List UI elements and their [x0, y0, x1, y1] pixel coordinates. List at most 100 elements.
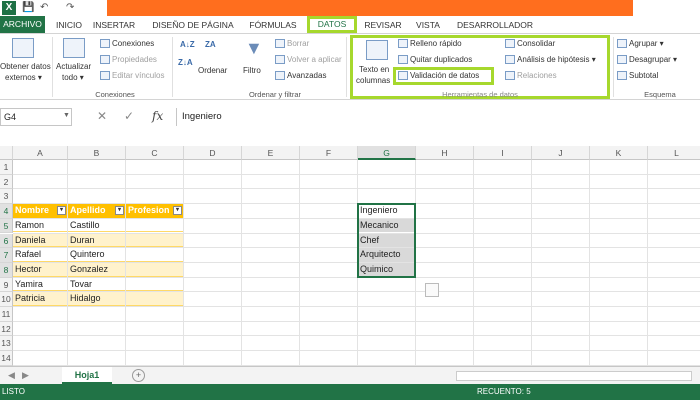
column-header-g[interactable]: G	[358, 146, 416, 160]
text-to-columns-line1[interactable]: Texto en	[359, 65, 389, 74]
reapply-button[interactable]: Volver a aplicar	[275, 55, 342, 65]
row-header-11[interactable]: 11	[0, 307, 13, 322]
list-cell-g[interactable]: Arquitecto	[358, 248, 415, 262]
connections-button[interactable]: Conexiones	[100, 39, 154, 49]
refresh-all-line1[interactable]: Actualizar	[56, 62, 91, 71]
row-header-13[interactable]: 13	[0, 336, 13, 352]
row-header-10[interactable]: 10	[0, 292, 13, 307]
relationships-button[interactable]: Relaciones	[505, 71, 557, 81]
table-header-cell[interactable]: Nombre ▾	[13, 204, 67, 218]
get-external-data-line1[interactable]: Obtener datos	[0, 62, 51, 71]
what-if-button[interactable]: Análisis de hipótesis ▾	[505, 55, 596, 65]
column-header-c[interactable]: C	[126, 146, 184, 160]
table-cell[interactable]: Ramon	[13, 219, 67, 233]
column-header-d[interactable]: D	[184, 146, 242, 160]
row-header-3[interactable]: 3	[0, 189, 13, 205]
row-header-4[interactable]: 4	[0, 204, 13, 219]
tab-desarrollador[interactable]: DESARROLLADOR	[455, 18, 535, 32]
table-cell[interactable]: Duran	[68, 233, 125, 248]
row-header-5[interactable]: 5	[0, 218, 13, 234]
cancel-icon[interactable]: ✕	[97, 109, 107, 123]
column-header-f[interactable]: F	[300, 146, 358, 160]
column-header-e[interactable]: E	[242, 146, 300, 160]
table-cell[interactable]: Daniela	[13, 233, 67, 248]
consolidate-button[interactable]: Consolidar	[505, 39, 555, 49]
properties-button[interactable]: Propiedades	[100, 55, 157, 65]
edit-links-button[interactable]: Editar vínculos	[100, 71, 164, 81]
add-sheet-icon[interactable]: +	[132, 369, 145, 382]
table-cell[interactable]: Castillo	[68, 219, 125, 233]
advanced-button[interactable]: Avanzadas	[275, 71, 326, 81]
row-header-1[interactable]: 1	[0, 160, 13, 175]
sheet-prev-icon[interactable]: ◀	[8, 370, 15, 381]
table-cell[interactable]: Patricia	[13, 292, 67, 306]
column-header-l[interactable]: L	[648, 146, 700, 160]
column-header-k[interactable]: K	[590, 146, 648, 160]
formula-input[interactable]: Ingeniero	[176, 108, 700, 126]
quick-analysis-icon[interactable]	[425, 283, 439, 297]
ungroup-button[interactable]: Desagrupar ▾	[617, 55, 677, 65]
column-header-j[interactable]: J	[532, 146, 590, 160]
name-box-dropdown-icon[interactable]: ▼	[63, 112, 70, 119]
table-header-cell[interactable]: Apellido ▾	[68, 204, 125, 218]
tab-insertar[interactable]: INSERTAR	[90, 18, 138, 32]
table-cell[interactable]	[126, 233, 183, 248]
tab-revisar[interactable]: REVISAR	[362, 18, 404, 32]
row-header-2[interactable]: 2	[0, 174, 13, 190]
name-box[interactable]: G4	[0, 108, 72, 126]
row-header-8[interactable]: 8	[0, 262, 13, 278]
filter-button[interactable]: Filtro	[243, 66, 261, 75]
list-cell-g[interactable]: Mecanico	[358, 218, 415, 233]
table-cell[interactable]	[126, 248, 183, 262]
table-cell[interactable]: Gonzalez	[68, 262, 125, 277]
insert-function-icon[interactable]: fx	[152, 109, 163, 123]
table-cell[interactable]: Hector	[13, 262, 67, 277]
enter-icon[interactable]: ✓	[124, 109, 134, 123]
tab-formulas[interactable]: FÓRMULAS	[245, 18, 301, 32]
table-cell[interactable]: Quintero	[68, 248, 125, 262]
save-icon[interactable]: 💾	[22, 2, 34, 13]
text-to-columns-line2[interactable]: columnas	[356, 76, 390, 85]
table-cell[interactable]	[126, 262, 183, 277]
table-cell[interactable]: Hidalgo	[68, 292, 125, 306]
row-header-6[interactable]: 6	[0, 233, 13, 249]
clear-button[interactable]: Borrar	[275, 39, 309, 49]
subtotal-button[interactable]: Subtotal	[617, 71, 658, 81]
column-header-h[interactable]: H	[416, 146, 474, 160]
row-header-9[interactable]: 9	[0, 277, 13, 293]
row-header-7[interactable]: 7	[0, 248, 13, 263]
flash-fill-button[interactable]: Relleno rápido	[398, 39, 462, 49]
list-cell-g[interactable]: Quimico	[358, 262, 415, 277]
list-cell-g[interactable]: Chef	[358, 233, 415, 248]
list-cell-g[interactable]: Ingeniero	[358, 204, 415, 218]
table-cell[interactable]	[126, 278, 183, 292]
table-cell[interactable]: Tovar	[68, 278, 125, 292]
sheet-tab-hoja1[interactable]: Hoja1	[62, 367, 112, 384]
filter-dropdown-icon[interactable]: ▾	[173, 206, 182, 216]
select-all-corner[interactable]	[0, 146, 13, 160]
sort-za-icon[interactable]: ZA	[205, 40, 216, 49]
group-button[interactable]: Agrupar ▾	[617, 39, 664, 49]
filter-funnel-icon[interactable]: ▼	[245, 38, 263, 59]
redo-icon[interactable]: ↷	[66, 2, 74, 13]
data-validation-button[interactable]: Validación de datos	[398, 71, 479, 81]
sort-button[interactable]: Ordenar	[198, 66, 227, 75]
refresh-all-line2[interactable]: todo ▾	[62, 73, 84, 82]
table-cell[interactable]: Yamira	[13, 278, 67, 292]
table-cell[interactable]	[126, 219, 183, 233]
get-external-data-line2[interactable]: externos ▾	[5, 73, 42, 82]
undo-icon[interactable]: ↶	[40, 2, 48, 13]
sheet-next-icon[interactable]: ▶	[22, 370, 29, 381]
table-cell[interactable]: Rafael	[13, 248, 67, 262]
column-header-b[interactable]: B	[68, 146, 126, 160]
tab-archivo[interactable]: ARCHIVO	[0, 16, 45, 33]
column-header-a[interactable]: A	[13, 146, 68, 160]
filter-dropdown-icon[interactable]: ▾	[115, 206, 124, 216]
table-header-cell[interactable]: Profesion ▾	[126, 204, 183, 218]
tab-datos[interactable]: DATOS	[307, 16, 357, 33]
remove-duplicates-button[interactable]: Quitar duplicados	[398, 55, 472, 65]
filter-dropdown-icon[interactable]: ▾	[57, 206, 66, 216]
sort-za-small-icon[interactable]: Z↓A	[178, 58, 193, 67]
tab-diseno-pagina[interactable]: DISEÑO DE PÁGINA	[150, 18, 236, 32]
horizontal-scrollbar[interactable]	[456, 371, 692, 381]
